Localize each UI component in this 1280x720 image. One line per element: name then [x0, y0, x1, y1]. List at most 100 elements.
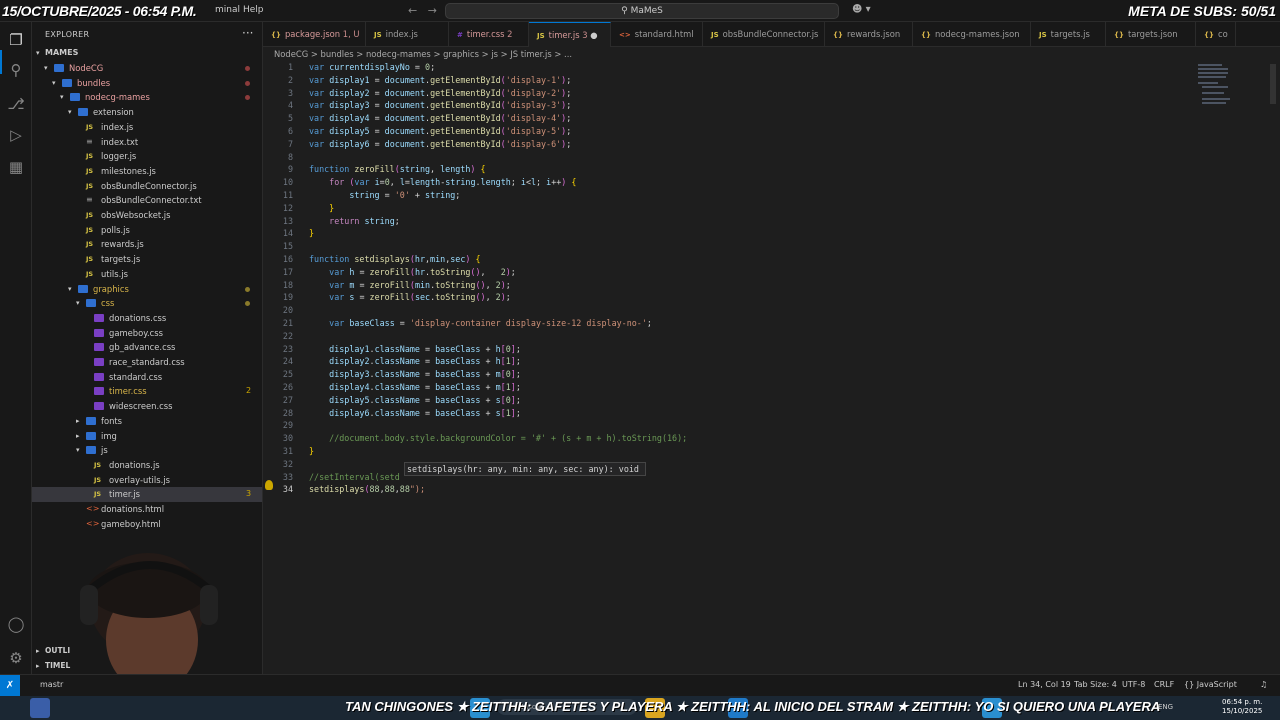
system-clock[interactable]: 06:54 p. m. 15/10/2025	[1222, 698, 1262, 716]
tree-item[interactable]: ▸ img	[32, 429, 262, 444]
tree-item[interactable]: JS obsWebsocket.js	[32, 208, 262, 223]
editor-tab[interactable]: JS timer.js 3 ●	[529, 22, 611, 47]
code-line[interactable]: return string;	[309, 216, 400, 226]
tree-item[interactable]: ▾ nodecg-mames	[32, 90, 262, 105]
code-line[interactable]: var h = zeroFill(hr.toString(), 2);	[309, 267, 516, 277]
tree-item[interactable]: ▾ graphics	[32, 282, 262, 297]
code-line[interactable]: //document.body.style.backgroundColor = …	[309, 433, 687, 443]
copilot-icon[interactable]: ☻ ▾	[852, 4, 871, 15]
tree-item[interactable]: timer.css 2	[32, 384, 262, 399]
branch-indicator[interactable]: mastr	[40, 680, 63, 689]
code-line[interactable]: }	[309, 228, 314, 238]
tree-item[interactable]: ▸ fonts	[32, 414, 262, 429]
tree-item[interactable]: JS targets.js	[32, 252, 262, 267]
command-center-search[interactable]: ⚲ MaMeS	[445, 3, 839, 19]
tree-item[interactable]: standard.css	[32, 370, 262, 385]
tree-item[interactable]: JS donations.js	[32, 458, 262, 473]
menu-terminal[interactable]: minal	[215, 5, 240, 15]
code-line[interactable]: display2.className = baseClass + h[1];	[309, 356, 521, 366]
tree-item[interactable]: ▾ extension	[32, 105, 262, 120]
source-control-icon[interactable]: ⎇	[6, 94, 26, 114]
code-line[interactable]: display1.className = baseClass + h[0];	[309, 344, 521, 354]
editor-tab[interactable]: # timer.css 2	[449, 22, 529, 47]
code-line[interactable]: for (var i=0, l=length-string.length; i<…	[309, 177, 576, 187]
code-line[interactable]: //setInterval(setd	[309, 472, 400, 482]
tree-item[interactable]: ▾ js	[32, 443, 262, 458]
code-line[interactable]: var display1 = document.getElementById('…	[309, 75, 571, 85]
code-line[interactable]: function zeroFill(string, length) {	[309, 164, 486, 174]
code-line[interactable]: }	[309, 203, 334, 213]
editor-tab[interactable]: JS targets.js	[1031, 22, 1106, 47]
tree-item[interactable]: donations.css	[32, 311, 262, 326]
lightbulb-icon[interactable]	[265, 480, 273, 490]
cursor-position[interactable]: Ln 34, Col 19	[1018, 680, 1071, 689]
code-line[interactable]: var display5 = document.getElementById('…	[309, 126, 571, 136]
editor-tab[interactable]: JS obsBundleConnector.js	[703, 22, 825, 47]
code-line[interactable]: var display4 = document.getElementById('…	[309, 113, 571, 123]
keyboard-language[interactable]: ENG	[1158, 703, 1173, 711]
taskbar-app-icon[interactable]	[30, 698, 50, 718]
vertical-scrollbar[interactable]	[1270, 64, 1276, 104]
extensions-icon[interactable]: ▦	[6, 157, 26, 177]
search-icon[interactable]: ⚲	[6, 60, 26, 80]
code-line[interactable]: string = '0' + string;	[309, 190, 460, 200]
code-line[interactable]: display3.className = baseClass + m[0];	[309, 369, 521, 379]
minimap[interactable]	[1196, 62, 1232, 106]
language-mode[interactable]: {} JavaScript	[1184, 680, 1237, 689]
editor-tab[interactable]: <> standard.html	[611, 22, 703, 47]
tree-item[interactable]: gameboy.css	[32, 326, 262, 341]
code-line[interactable]: var baseClass = 'display-container displ…	[309, 318, 652, 328]
settings-gear-icon[interactable]: ⚙	[6, 648, 26, 668]
code-line[interactable]: var currentdisplayNo = 0;	[309, 62, 435, 72]
code-line[interactable]: var s = zeroFill(sec.toString(), 2);	[309, 292, 511, 302]
tree-item[interactable]: JS timer.js 3	[32, 487, 262, 502]
code-editor[interactable]: 1 var currentdisplayNo = 0; 2 var display1 …	[263, 60, 1280, 672]
code-line[interactable]: var display6 = document.getElementById('…	[309, 139, 571, 149]
tree-item[interactable]: JS index.js	[32, 120, 262, 135]
account-icon[interactable]: ◯	[6, 614, 26, 634]
tree-item[interactable]: ≡ index.txt	[32, 135, 262, 150]
tree-item[interactable]: ▾ bundles	[32, 76, 262, 91]
encoding[interactable]: UTF-8	[1122, 680, 1145, 689]
tree-item[interactable]: ▾ css	[32, 296, 262, 311]
tree-item[interactable]: widescreen.css	[32, 399, 262, 414]
notifications-icon[interactable]: ♫	[1260, 680, 1267, 689]
workspace-root[interactable]: ▾ MAMES	[32, 46, 262, 61]
editor-tab[interactable]: {} nodecg-mames.json	[913, 22, 1031, 47]
tree-item[interactable]: JS obsBundleConnector.js	[32, 179, 262, 194]
editor-tab[interactable]: JS index.js	[366, 22, 449, 47]
menu-help[interactable]: Help	[243, 5, 264, 15]
code-line[interactable]: display6.className = baseClass + s[1];	[309, 408, 521, 418]
editor-tab[interactable]: {} package.json 1, U	[263, 22, 366, 47]
unsaved-dot-icon[interactable]: ●	[588, 30, 597, 40]
more-actions-icon[interactable]: ···	[242, 26, 253, 40]
code-line[interactable]: setdisplays(88,88,88");	[309, 484, 425, 494]
breadcrumb[interactable]: NodeCG > bundles > nodecg-mames > graphi…	[274, 49, 572, 59]
tree-item[interactable]: <> donations.html	[32, 502, 262, 517]
code-line[interactable]: var m = zeroFill(min.toString(), 2);	[309, 280, 511, 290]
code-line[interactable]: function setdisplays(hr,min,sec) {	[309, 254, 481, 264]
run-debug-icon[interactable]: ▷	[6, 125, 26, 145]
tree-item[interactable]: JS milestones.js	[32, 164, 262, 179]
tree-item[interactable]: ▾ NodeCG	[32, 61, 262, 76]
nav-back-forward-icon[interactable]: ← →	[408, 4, 437, 17]
code-line[interactable]: var display2 = document.getElementById('…	[309, 88, 571, 98]
tree-item[interactable]: JS logger.js	[32, 149, 262, 164]
tree-item[interactable]: JS utils.js	[32, 267, 262, 282]
editor-tab[interactable]: {} targets.json	[1106, 22, 1196, 47]
tree-item[interactable]: gb_advance.css	[32, 340, 262, 355]
editor-tab[interactable]: {} co	[1196, 22, 1236, 47]
remote-icon[interactable]: ✗	[0, 675, 20, 697]
tree-item[interactable]: ≡ obsBundleConnector.txt	[32, 193, 262, 208]
tree-item[interactable]: race_standard.css	[32, 355, 262, 370]
tree-item[interactable]: JS rewards.js	[32, 237, 262, 252]
code-line[interactable]: display4.className = baseClass + m[1];	[309, 382, 521, 392]
tab-size[interactable]: Tab Size: 4	[1074, 680, 1117, 689]
code-line[interactable]: display5.className = baseClass + s[0];	[309, 395, 521, 405]
editor-tab[interactable]: {} rewards.json	[825, 22, 913, 47]
line-ending[interactable]: CRLF	[1154, 680, 1174, 689]
explorer-icon[interactable]: ❐	[6, 30, 26, 50]
code-line[interactable]: var display3 = document.getElementById('…	[309, 100, 571, 110]
tree-item[interactable]: JS polls.js	[32, 223, 262, 238]
code-line[interactable]: }	[309, 446, 314, 456]
